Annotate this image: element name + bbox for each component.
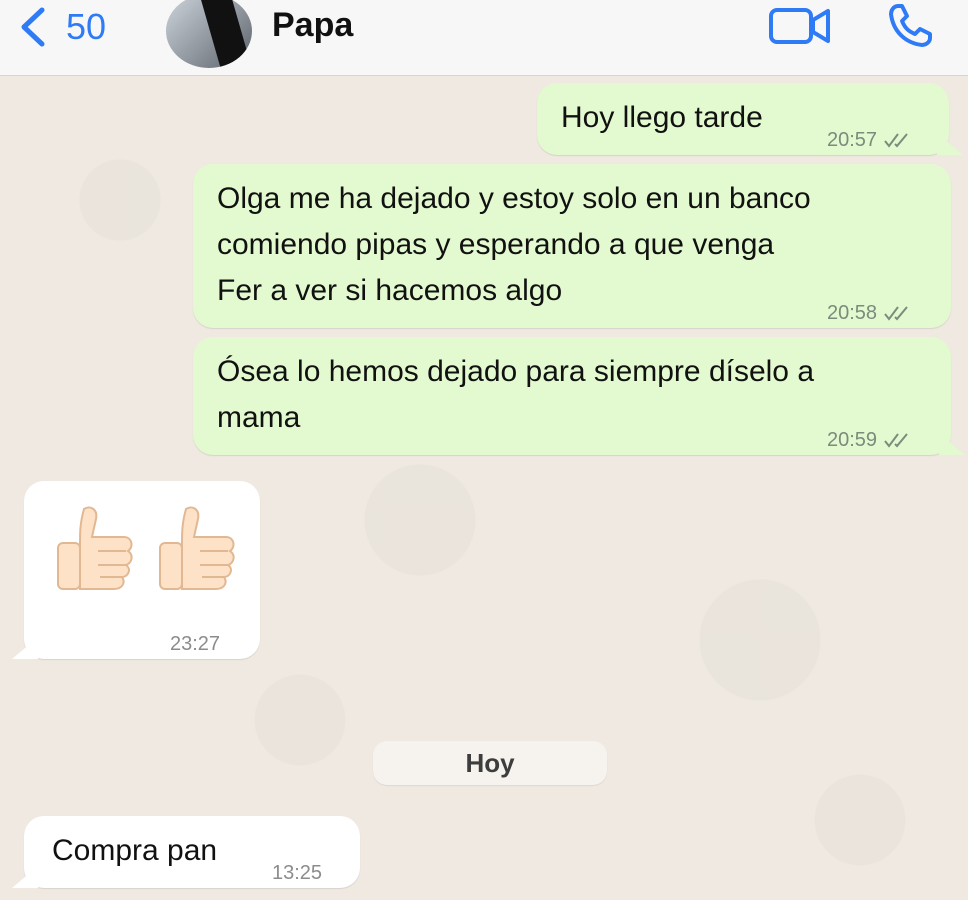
contact-name[interactable]: Papa [272,6,353,45]
message-bubble-outgoing[interactable]: Ósea lo hemos dejado para siempre díselo… [193,337,965,455]
thumbs-up-emoji-icon [159,506,235,590]
bubble-tail [937,133,963,155]
bubble-tail [12,866,38,888]
message-bubble-outgoing[interactable]: Olga me ha dejado y estoy solo en un ban… [193,164,951,328]
back-button[interactable]: 50 [18,6,106,48]
message-bubble-outgoing[interactable]: Hoy llego tarde 20:57 [537,83,963,155]
message-line: Olga me ha dejado y estoy solo en un ban… [217,182,811,215]
message-line: Ósea lo hemos dejado para siempre díselo… [217,355,815,388]
message-time: 20:57 [827,129,878,151]
message-meta: 20:58 [827,290,913,336]
message-text: Hoy llego tarde [561,101,763,134]
message-line: Fer a ver si hacemos algo [217,274,563,307]
message-time: 20:59 [827,429,878,451]
message-line: mama [217,401,301,434]
message-time: 20:58 [827,302,878,324]
message-line: comiendo pipas y esperando a que venga [217,228,775,261]
message-meta: 20:57 [827,117,913,163]
bubble-tail [939,433,965,455]
double-check-icon [884,306,908,321]
date-separator: Hoy [373,741,607,785]
message-text: Compra pan [52,834,218,867]
chevron-left-icon [21,7,45,47]
message-text: Olga me ha dejado y estoy solo en un ban… [217,176,811,314]
bubble-tail [12,637,38,659]
double-check-icon [884,133,908,148]
thumbs-up-emoji-icon [57,506,133,590]
avatar-redaction [198,0,252,68]
message-text: Ósea lo hemos dejado para siempre díselo… [217,349,814,441]
message-meta: 20:59 [827,417,913,463]
message-time: 23:27 [170,633,221,655]
message-time: 13:25 [272,862,323,884]
emoji-row [54,503,238,593]
chat-header: 50 Papa [0,0,968,76]
message-bubble-incoming[interactable]: Compra pan 13:25 [12,816,360,888]
message-bubble-incoming[interactable]: 23:27 [12,481,260,659]
unread-count: 50 [66,6,107,47]
avatar[interactable] [166,0,252,68]
phone-icon[interactable] [884,0,936,52]
video-camera-icon[interactable] [768,4,832,48]
double-check-icon [884,433,908,448]
